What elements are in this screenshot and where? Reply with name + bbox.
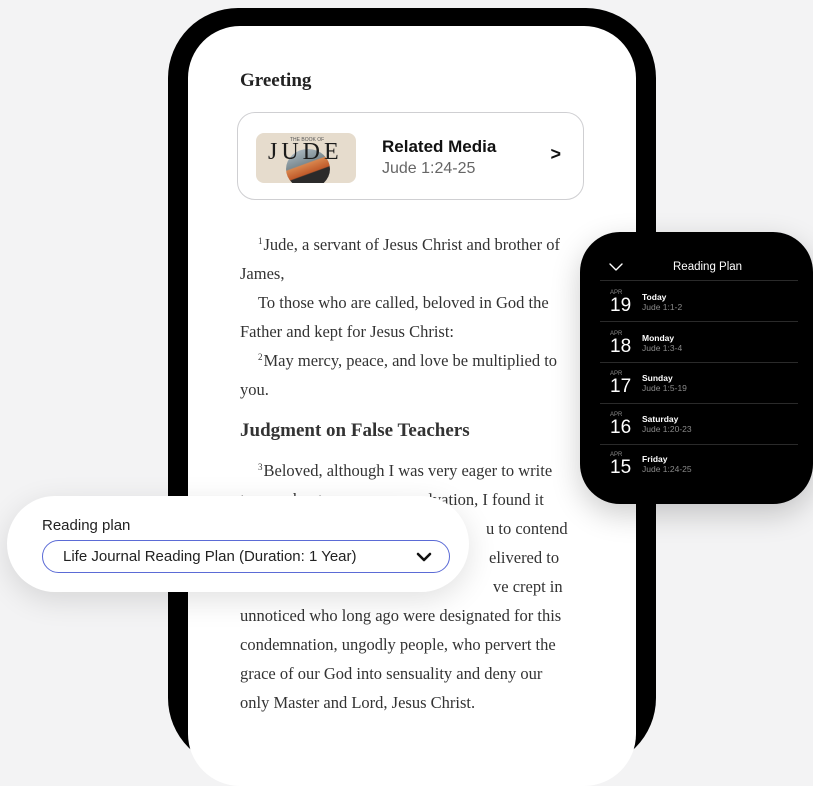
verse-number: 3: [258, 461, 263, 472]
reading-plan-selected-value: Life Journal Reading Plan (Duration: 1 Y…: [63, 548, 357, 565]
verse-number: 2: [258, 351, 263, 362]
chevron-down-icon[interactable]: [609, 262, 623, 272]
reading-plan-select[interactable]: Life Journal Reading Plan (Duration: 1 Y…: [42, 540, 450, 573]
related-media-card[interactable]: THE BOOK OF JUDE Related Media Jude 1:24…: [237, 112, 584, 200]
divider: [600, 321, 798, 322]
watch-plan-item[interactable]: APR 15 Friday Jude 1:24-25: [610, 452, 800, 492]
watch-reading-plan-panel: Reading Plan APR 19 Today Jude 1:1-2 APR…: [580, 232, 813, 504]
verse-line: only Master and Lord, Jesus Christ.: [240, 693, 476, 712]
chevron-right-icon[interactable]: >: [550, 144, 561, 165]
verse-line-fragment: ve crept in: [493, 577, 563, 596]
watch-title: Reading Plan: [673, 261, 743, 273]
verse-line-fragment: u to contend: [486, 519, 568, 538]
verse-line: James,: [240, 264, 285, 283]
related-media-reference: Jude 1:24-25: [382, 160, 476, 177]
watch-plan-item[interactable]: APR 18 Monday Jude 1:3-4: [610, 331, 800, 371]
chevron-down-icon[interactable]: [415, 548, 433, 566]
divider: [600, 403, 798, 404]
verse-line: grace of our God into sensuality and den…: [240, 664, 543, 683]
section-heading-greeting: Greeting: [240, 70, 312, 91]
thumbnail-title: JUDE: [268, 139, 343, 165]
verse-line: 1Jude, a servant of Jesus Christ and bro…: [258, 235, 560, 254]
divider: [600, 362, 798, 363]
section-heading-judgment: Judgment on False Teachers: [240, 420, 470, 441]
verse-line: you.: [240, 380, 269, 399]
watch-plan-item[interactable]: APR 19 Today Jude 1:1-2: [610, 290, 800, 330]
phone-screen: Greeting THE BOOK OF JUDE Related Media …: [188, 26, 636, 786]
watch-plan-item[interactable]: APR 17 Sunday Jude 1:5-19: [610, 371, 800, 411]
verse-line: 2May mercy, peace, and love be multiplie…: [258, 351, 558, 370]
verse-line: 3Beloved, although I was very eager to w…: [258, 461, 553, 480]
verse-number: 1: [258, 235, 263, 246]
reading-plan-picker-card: Reading plan Life Journal Reading Plan (…: [7, 496, 469, 592]
divider: [600, 280, 798, 281]
verse-line: condemnation, ungodly people, who perver…: [240, 635, 556, 654]
divider: [600, 444, 798, 445]
reading-plan-label: Reading plan: [42, 517, 131, 534]
verse-line: Father and kept for Jesus Christ:: [240, 322, 455, 341]
watch-header: Reading Plan: [580, 232, 813, 280]
verse-line-fragment: elivered to: [489, 548, 560, 567]
watch-plan-item[interactable]: APR 16 Saturday Jude 1:20-23: [610, 412, 800, 452]
related-media-thumbnail: THE BOOK OF JUDE: [256, 133, 356, 183]
verse-line: unnoticed who long ago were designated f…: [240, 606, 562, 625]
related-media-title: Related Media: [382, 137, 497, 156]
verse-line: To those who are called, beloved in God …: [258, 293, 549, 312]
